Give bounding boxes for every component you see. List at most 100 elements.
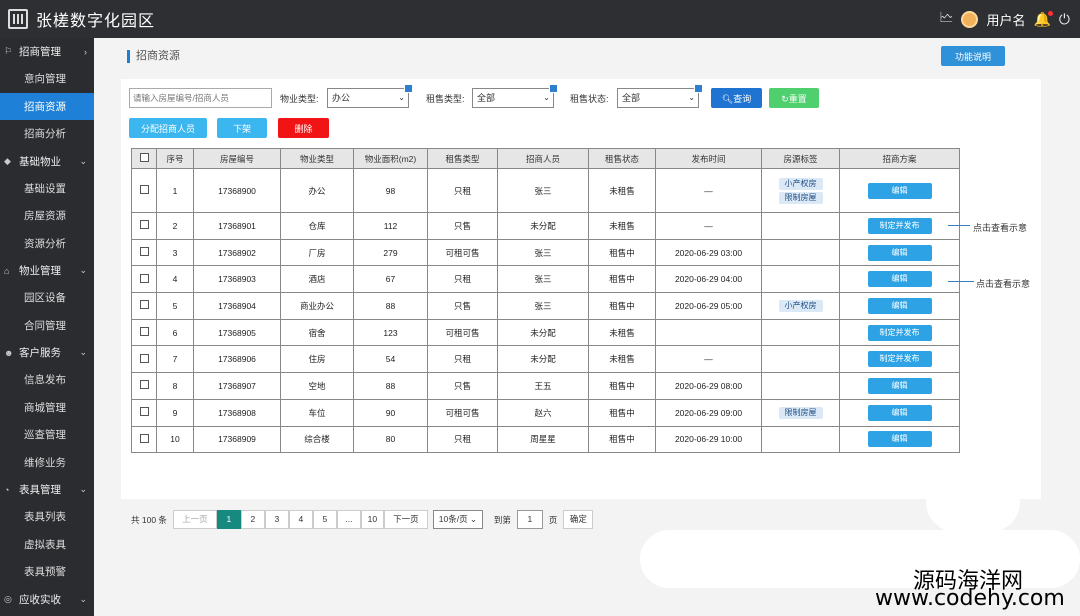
rent-type-select[interactable]: 全部 ⌄	[472, 84, 558, 108]
reset-label: 重置	[788, 93, 807, 104]
row-checkbox[interactable]	[139, 220, 149, 230]
reset-button[interactable]: ↻重置	[769, 88, 819, 108]
assign-staff-button[interactable]: 分配招商人员	[129, 118, 207, 138]
sidebar: ⚐ 招商管理 › 意向管理 招商资源 招商分析 ◆ 基础物业 ⌄ 基础设置 房屋资源 资源分析 ⌂ 物业管…	[0, 38, 94, 616]
page-size-select[interactable]: 10条/页 ⌄	[432, 510, 483, 529]
sidebar-group[interactable]: ⚐ 招商管理 ›	[0, 38, 94, 65]
user-name[interactable]: 用户名	[986, 10, 1025, 29]
edit-button[interactable]: 编辑	[867, 297, 932, 314]
property-area: 80	[353, 425, 428, 454]
note-line	[948, 281, 974, 282]
sidebar-item[interactable]: 园区设备	[0, 284, 94, 312]
rent-type-select-value: 全部	[477, 93, 496, 103]
row-checkbox[interactable]	[139, 327, 149, 337]
sidebar-item[interactable]: 资源分析	[0, 230, 94, 258]
property-type: 办公	[280, 168, 354, 213]
row-number: 10	[156, 425, 194, 454]
sidebar-group[interactable]: ☻ 客户服务 ⌄	[0, 339, 94, 366]
delete-button[interactable]: 删除	[278, 118, 329, 138]
type-select[interactable]: 办公 ⌄	[327, 84, 413, 108]
row-checkbox[interactable]	[139, 300, 149, 310]
publish-time	[655, 318, 762, 347]
table-row: 6 17368905 宿舍 123 可租可售 未分配 未租售 制定并发布	[131, 318, 960, 347]
sidebar-item[interactable]: 房屋资源	[0, 202, 94, 230]
edit-button[interactable]: 编辑	[867, 404, 932, 421]
edit-button[interactable]: 编辑	[867, 244, 932, 261]
staff-name: 张三	[497, 238, 589, 267]
tags-cell	[761, 372, 840, 400]
sidebar-item[interactable]: 收付款	[0, 613, 94, 616]
edit-button[interactable]: 编辑	[867, 377, 932, 394]
table-row: 1 17368900 办公 98 只租 张三 未租售 — 小产权房 限制房屋 编辑	[131, 168, 960, 213]
note-1: 点击查看示意	[973, 223, 1028, 233]
sidebar-item[interactable]: 表具预警	[0, 558, 94, 586]
confirm-button[interactable]: 确定	[563, 510, 594, 529]
sidebar-group[interactable]: ◆ 基础物业 ⌄	[0, 148, 94, 175]
sidebar-item[interactable]: 招商资源	[0, 92, 94, 120]
page-button[interactable]: 1	[216, 510, 241, 529]
row-checkbox[interactable]	[139, 407, 149, 417]
search-input[interactable]	[129, 88, 272, 108]
sidebar-item[interactable]: 表具列表	[0, 503, 94, 531]
action-cell: 编辑	[839, 238, 960, 267]
prev-page-button[interactable]: 上一页	[172, 510, 217, 529]
row-checkbox[interactable]	[139, 185, 149, 194]
power-icon[interactable]: ⏻	[1059, 11, 1070, 28]
row-number: 1	[156, 168, 194, 213]
row-checkbox[interactable]	[139, 247, 149, 257]
row-checkbox[interactable]	[139, 380, 149, 390]
sidebar-item[interactable]: 巡查管理	[0, 421, 94, 449]
sidebar-item[interactable]: 合同管理	[0, 312, 94, 340]
next-page-button[interactable]: 下一页	[383, 510, 428, 529]
column-header[interactable]	[131, 148, 157, 169]
house-code: 17368908	[193, 398, 281, 427]
sidebar-item[interactable]: 商城管理	[0, 394, 94, 422]
rent-type: 可租可售	[427, 318, 498, 347]
sidebar-item[interactable]: 意向管理	[0, 65, 94, 93]
row-number: 2	[156, 212, 194, 240]
row-checkbox[interactable]	[139, 273, 149, 283]
sidebar-group[interactable]: ◔ 表具管理 ⌄	[0, 476, 94, 503]
edit-button[interactable]: 编辑	[867, 271, 932, 288]
staff-name: 未分配	[497, 212, 589, 240]
page-button[interactable]: 3	[264, 510, 289, 529]
sidebar-item[interactable]: 信息发布	[0, 366, 94, 394]
help-button[interactable]: 功能说明	[941, 46, 1005, 66]
rent-type: 只租	[427, 425, 498, 454]
cube-icon: ◆	[4, 155, 11, 166]
rent-status-select[interactable]: 全部 ⌄	[617, 84, 703, 108]
goto-input[interactable]: 1	[516, 510, 543, 529]
select-all-checkbox[interactable]	[139, 153, 149, 162]
sidebar-group[interactable]: ◎ 应收实收 ⌄	[0, 586, 94, 613]
checkbox-cell	[131, 265, 157, 294]
page-button[interactable]: 5	[312, 510, 337, 529]
tags-cell	[761, 212, 840, 240]
edit-button[interactable]: 编辑	[867, 182, 932, 199]
sidebar-item[interactable]: 虚拟表具	[0, 531, 94, 559]
sidebar-item[interactable]: 维修业务	[0, 449, 94, 477]
column-header: 物业面积(m2)	[353, 148, 428, 169]
row-checkbox[interactable]	[139, 433, 149, 443]
page-button[interactable]: ...	[336, 510, 361, 529]
bell-icon[interactable]: 🔔	[1033, 10, 1054, 28]
sidebar-item[interactable]: 招商分析	[0, 120, 94, 148]
rent-status: 未租售	[588, 345, 656, 374]
publish-button[interactable]: 制定并发布	[867, 351, 932, 368]
avatar[interactable]	[961, 10, 979, 28]
row-checkbox[interactable]	[139, 353, 149, 363]
checkbox-cell	[131, 345, 157, 374]
offline-button[interactable]: 下架	[217, 118, 267, 138]
rent-type: 只售	[427, 372, 498, 400]
publish-button[interactable]: 制定并发布	[867, 324, 932, 341]
publish-button[interactable]: 制定并发布	[867, 217, 932, 234]
query-button[interactable]: 🔍︎查询	[711, 88, 762, 108]
edit-button[interactable]: 编辑	[867, 431, 932, 448]
rent-status: 未租售	[588, 168, 656, 213]
property-type: 住房	[280, 345, 354, 374]
page-button[interactable]: 2	[240, 510, 265, 529]
sidebar-item[interactable]: 基础设置	[0, 175, 94, 203]
sidebar-group[interactable]: ⌂ 物业管理 ⌄	[0, 257, 94, 284]
page-button[interactable]: 10	[360, 510, 384, 529]
page-button[interactable]: 4	[288, 510, 313, 529]
chart-icon[interactable]: 🗠	[939, 7, 953, 31]
